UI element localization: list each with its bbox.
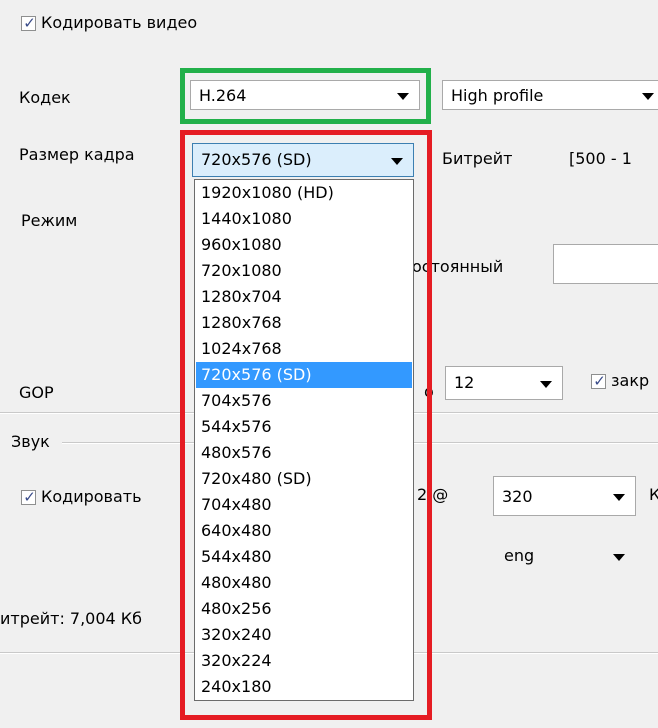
frame-size-dropdown-list[interactable]: 1920x1080 (HD) 1440x1080 960x1080 720x1080 1… bbox=[194, 179, 414, 701]
closed-gop-checkbox[interactable]: ✓ bbox=[591, 372, 606, 390]
chevron-down-icon bbox=[613, 554, 625, 561]
frame-size-option[interactable]: 704x480 bbox=[196, 492, 412, 518]
frame-size-option[interactable]: 720x1080 bbox=[196, 258, 412, 284]
audio-bitrate-value: 320 bbox=[502, 487, 533, 506]
frame-size-option[interactable]: 320x240 bbox=[196, 622, 412, 648]
frame-size-option[interactable]: 960x1080 bbox=[196, 232, 412, 258]
frame-size-option[interactable]: 720x576 (SD) bbox=[196, 362, 412, 388]
encode-video-checkbox[interactable]: ✓ bbox=[21, 14, 36, 32]
codec-label: Кодек bbox=[19, 88, 71, 107]
audio-unit-partial-label: К bbox=[649, 485, 658, 504]
frame-size-option[interactable]: 480x576 bbox=[196, 440, 412, 466]
frame-size-option[interactable]: 1280x768 bbox=[196, 310, 412, 336]
frame-size-option[interactable]: 1440x1080 bbox=[196, 206, 412, 232]
frame-size-option[interactable]: 480x480 bbox=[196, 570, 412, 596]
frame-size-option[interactable]: 1920x1080 (HD) bbox=[196, 180, 412, 206]
closed-gop-label: закр bbox=[611, 371, 650, 390]
frame-size-option[interactable]: 320x224 bbox=[196, 648, 412, 674]
audio-language-value: eng bbox=[504, 546, 535, 565]
checkmark-icon: ✓ bbox=[23, 488, 36, 506]
frame-size-option[interactable]: 704x576 bbox=[196, 388, 412, 414]
frame-size-option[interactable]: 720x480 (SD) bbox=[196, 466, 412, 492]
encode-audio-checkbox[interactable]: ✓ bbox=[21, 488, 36, 506]
checkmark-icon: ✓ bbox=[23, 14, 36, 32]
codec-select-value: H.264 bbox=[199, 86, 247, 105]
audio-group-label: Звук bbox=[11, 432, 50, 451]
frame-size-option[interactable]: 1280x704 bbox=[196, 284, 412, 310]
encode-audio-label: Кодировать bbox=[41, 487, 142, 506]
bitrate-label: Битрейт bbox=[442, 149, 513, 168]
chevron-down-icon bbox=[613, 494, 625, 501]
gop-select-value: 12 bbox=[454, 373, 475, 392]
audio-language-select[interactable]: eng bbox=[493, 535, 636, 577]
codec-select[interactable]: H.264 bbox=[190, 80, 420, 110]
profile-select[interactable]: High profile bbox=[442, 80, 658, 110]
chevron-down-icon bbox=[540, 381, 552, 388]
bitrate-range: [500 - 1 bbox=[569, 149, 632, 168]
frame-size-option[interactable]: 240x180 bbox=[196, 674, 412, 700]
encode-video-label: Кодировать видео bbox=[41, 13, 198, 32]
mode-value-input[interactable] bbox=[553, 244, 658, 284]
chevron-down-icon bbox=[397, 93, 409, 100]
total-bitrate-text: итрейт: 7,004 Кб bbox=[0, 609, 143, 628]
chevron-down-icon bbox=[642, 93, 654, 100]
frame-size-label: Размер кадра bbox=[19, 145, 135, 164]
frame-size-option[interactable]: 640x480 bbox=[196, 518, 412, 544]
frame-size-option[interactable]: 544x576 bbox=[196, 414, 412, 440]
frame-size-option[interactable]: 480x256 bbox=[196, 596, 412, 622]
gop-select[interactable]: 12 bbox=[445, 366, 563, 400]
audio-bitrate-select[interactable]: 320 bbox=[493, 476, 636, 516]
frame-size-option[interactable]: 544x480 bbox=[196, 544, 412, 570]
gop-label: GOP bbox=[19, 383, 54, 402]
profile-select-value: High profile bbox=[451, 86, 544, 105]
frame-size-option[interactable]: 1024x768 bbox=[196, 336, 412, 362]
mode-label: Режим bbox=[21, 211, 78, 230]
checkmark-icon: ✓ bbox=[593, 372, 606, 390]
